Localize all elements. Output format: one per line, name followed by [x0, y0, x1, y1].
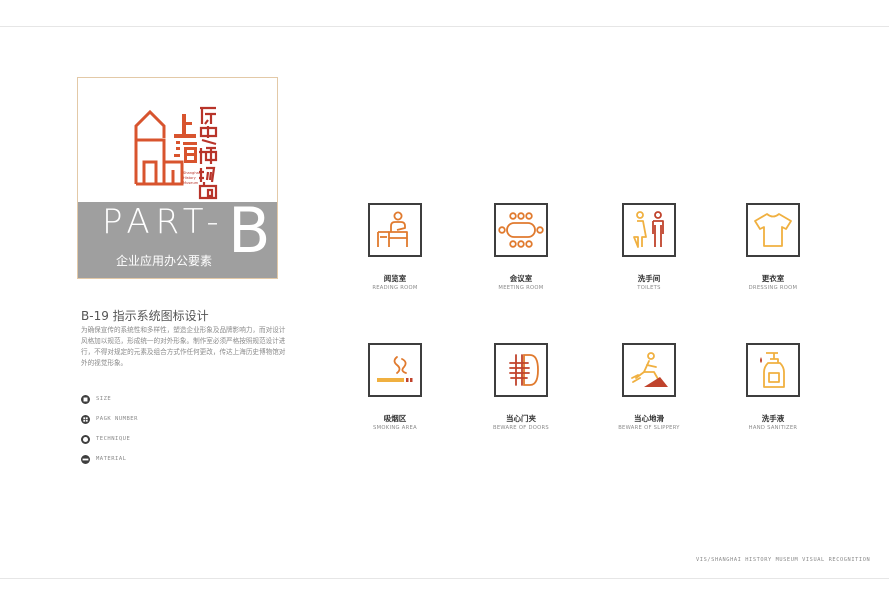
- logo-en-line-1: Shanghai: [183, 171, 200, 175]
- footer-caption: VIS/SHANGHAI HISTORY MUSEUM VISUAL RECOG…: [696, 557, 871, 563]
- icon-frame: [494, 343, 548, 397]
- icon-en-label: SMOKING AREA: [373, 425, 417, 431]
- section-description: 为确保宣传的系统性和多样性，塑造企业形象及品牌影响力，而对设计风格加以规范，形成…: [81, 326, 286, 367]
- icon-frame: [622, 343, 676, 397]
- part-band: PART- B 企业应用办公要素: [78, 202, 277, 278]
- part-subtitle: 企业应用办公要素: [116, 254, 213, 268]
- beware-of-doors-icon: [509, 354, 539, 386]
- cover-card: Shanghai History Museum PART- B 企业应用办公要素: [77, 77, 278, 279]
- legend-label-size: SIZE: [96, 396, 112, 402]
- icon-en-label: HAND SANITIZER: [748, 425, 798, 431]
- icon-en-label: BEWARE OF DOORS: [492, 425, 550, 431]
- icon-frame: [622, 203, 676, 257]
- legend-item-size: SIZE: [81, 394, 138, 404]
- part-letter: B: [228, 202, 271, 267]
- icon-en-label: DRESSING ROOM: [748, 285, 798, 291]
- legend-label-page-number: PAGK NUMBER: [96, 416, 138, 422]
- icon-frame: [746, 343, 800, 397]
- bottom-divider: [0, 578, 889, 579]
- icon-cn-label: 阅览室: [383, 274, 407, 283]
- legend-item-material: MATERIAL: [81, 454, 138, 464]
- top-divider: [0, 26, 889, 27]
- museum-logo: Shanghai History Museum: [78, 78, 277, 202]
- icon-frame: [746, 203, 800, 257]
- size-icon: [81, 394, 90, 404]
- material-icon: [81, 454, 90, 464]
- icon-en-label: TOILETS: [637, 285, 661, 291]
- legend: SIZE PAGK NUMBER TECHNIQUE MATERIAL: [81, 394, 138, 474]
- icon-cn-label: 当心地滑: [634, 414, 664, 423]
- icon-frame: [368, 343, 422, 397]
- icon-cn-label: 会议室: [509, 274, 533, 283]
- logo-en-line-2: History: [183, 176, 197, 180]
- legend-label-material: MATERIAL: [96, 456, 127, 462]
- icon-cn-label: 吸烟区: [383, 414, 407, 423]
- toilets-icon: [633, 211, 664, 248]
- hand-sanitizer-icon: [760, 352, 785, 388]
- logo-en-line-3: Museum: [183, 181, 199, 185]
- legend-label-technique: TECHNIQUE: [96, 436, 131, 442]
- technique-icon: [81, 434, 90, 444]
- reading-room-icon: [377, 211, 408, 247]
- dressing-room-icon: [754, 213, 792, 247]
- icon-cn-label: 当心门夹: [506, 414, 536, 423]
- section-title: B-19 指示系统图标设计: [81, 309, 209, 323]
- meeting-room-icon: [498, 212, 544, 248]
- icon-frame: [494, 203, 548, 257]
- icon-en-label: BEWARE OF SLIPPERY: [618, 425, 680, 431]
- icon-cn-label: 洗手间: [637, 274, 661, 283]
- beware-of-slippery-icon: [631, 352, 668, 387]
- legend-item-technique: TECHNIQUE: [81, 434, 138, 444]
- part-label: PART-: [102, 202, 225, 242]
- page-number-icon: [81, 414, 90, 424]
- museum-logo-graphic: Shanghai History Museum: [134, 106, 218, 200]
- legend-item-page-number: PAGK NUMBER: [81, 414, 138, 424]
- smoking-area-icon: [377, 356, 413, 382]
- icon-en-label: MEETING ROOM: [498, 285, 544, 291]
- icon-cn-label: 洗手液: [761, 414, 785, 423]
- icon-frame: [368, 203, 422, 257]
- icon-cn-label: 更衣室: [761, 274, 785, 283]
- icon-en-label: READING ROOM: [372, 285, 418, 291]
